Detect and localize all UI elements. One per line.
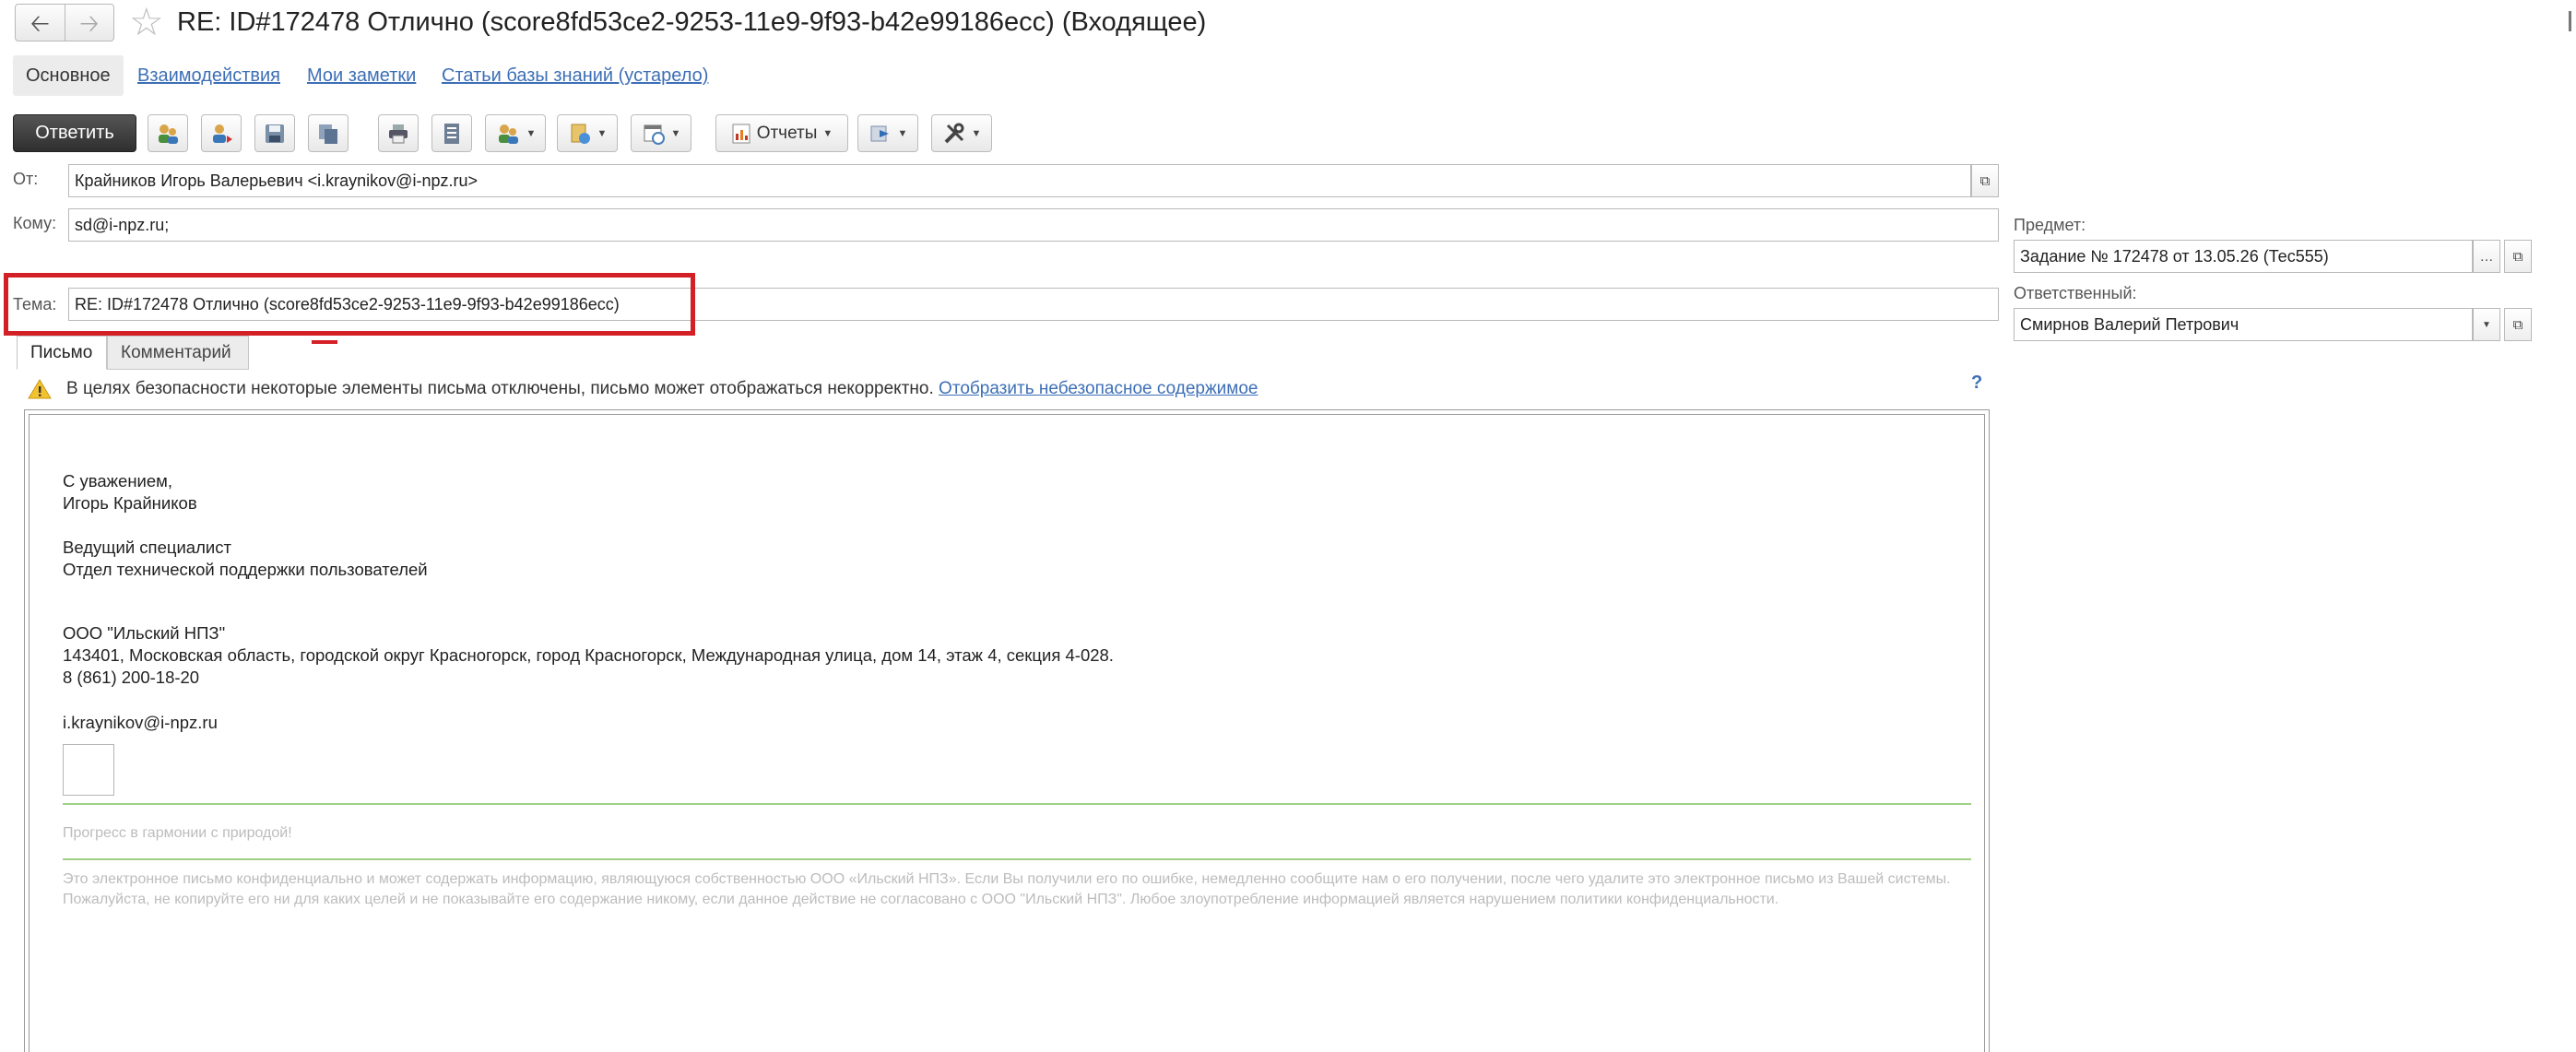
save-disk-icon [266,124,284,143]
topic-select-button[interactable]: … [2473,240,2500,273]
letter-email: i.kraynikov@i-npz.ru [63,713,218,732]
send-arrow-icon [870,125,889,141]
open-topic-button[interactable]: ⧉ [2504,240,2532,273]
window-edge [2569,11,2571,31]
tab-main[interactable]: Основное [13,55,124,96]
user-assign-icon [213,124,232,143]
navigation-buttons: 🡠 🡢 [15,4,114,41]
save-button[interactable] [254,114,295,152]
to-label: Кому: [13,214,57,232]
letter-company: ООО "Ильский НПЗ" [63,623,226,643]
signature-separator-top [63,803,1971,805]
tab-comment[interactable]: Комментарий [107,336,249,370]
forward-users-button[interactable] [148,114,188,152]
chevron-down-icon: ▼ [2482,319,2491,330]
participants-menu-button[interactable]: ▼ [485,114,546,152]
responsible-label: Ответственный: [2014,284,2137,302]
copy-button[interactable] [308,114,349,152]
reports-menu-button[interactable]: Отчеты ▼ [715,114,848,152]
letter-body-frame [24,409,1990,1052]
create-based-on-button[interactable]: ▼ [557,114,618,152]
chevron-down-icon: ▼ [822,127,833,139]
document-list-button[interactable] [431,114,472,152]
from-label: От: [13,170,39,188]
chevron-down-icon: ▼ [670,127,681,139]
document-list-icon [444,123,459,144]
assign-user-button[interactable] [201,114,242,152]
help-question-icon[interactable]: ? [1971,372,1982,394]
signature-separator-bottom [63,858,1971,860]
users-forward-icon [159,124,178,144]
letter-address: 143401, Московская область, городской ок… [63,645,1114,665]
show-unsafe-content-link[interactable]: Отобразить небезопасное содержимое [939,379,1258,398]
letter-phone: 8 (861) 200-18-20 [63,668,200,687]
letter-regards: С уважением, [63,471,173,491]
responsible-field[interactable]: Смирнов Валерий Петрович [2014,308,2473,341]
letter-signature-name: Игорь Крайников [63,493,197,513]
to-field[interactable]: sd@i-npz.ru; [68,208,1999,242]
send-menu-button[interactable]: ▼ [857,114,918,152]
letter-body-inner [29,414,1985,1052]
chevron-down-icon: ▼ [526,127,537,139]
forward-arrow-icon[interactable]: 🡢 [64,5,114,41]
tab-my-notes[interactable]: Мои заметки [307,55,416,96]
tab-letter[interactable]: Письмо [17,336,107,370]
highlight-underline-mark [312,340,337,344]
reply-button[interactable]: Ответить [13,114,136,152]
security-warning: В целях безопасности некоторые элементы … [66,374,1258,404]
responsible-dropdown-button[interactable]: ▼ [2473,308,2500,341]
calendar-clock-icon [644,124,665,145]
security-warning-text: В целях безопасности некоторые элементы … [66,379,934,398]
open-responsible-button[interactable]: ⧉ [2504,308,2532,341]
signature-image-placeholder [63,744,114,796]
printer-icon [389,124,408,143]
letter-position: Ведущий специалист [63,538,231,557]
favorite-star-icon[interactable]: ☆ [129,2,164,42]
tools-menu-button[interactable]: ▼ [931,114,992,152]
topic-field[interactable]: Задание № 172478 от 13.05.26 (Тес555) [2014,240,2473,273]
from-field[interactable]: Крайников Игорь Валерьевич <i.kraynikov@… [68,164,1971,197]
create-document-icon [571,124,590,144]
reports-label: Отчеты [756,123,818,143]
ellipsis-icon: … [2479,248,2494,265]
print-button[interactable] [378,114,419,152]
subject-highlight-box [4,273,695,336]
open-window-icon: ⧉ [1979,172,1991,189]
letter-disclaimer: Это электронное письмо конфиденциально и… [63,871,1951,907]
chevron-down-icon: ▼ [897,127,908,139]
reminder-button[interactable]: ▼ [631,114,691,152]
back-arrow-icon[interactable]: 🡠 [16,5,65,41]
open-window-icon: ⧉ [2512,248,2523,265]
tab-kb-articles[interactable]: Статьи базы знаний (устарело) [442,55,708,96]
chevron-down-icon: ▼ [971,127,982,139]
tools-icon [944,123,964,143]
participants-icon [498,124,518,144]
chevron-down-icon: ▼ [597,127,608,139]
open-sender-button[interactable]: ⧉ [1971,164,1999,197]
warning-icon [28,379,52,399]
copy-documents-icon [319,124,337,144]
tab-interactions[interactable]: Взаимодействия [137,55,280,96]
open-window-icon: ⧉ [2512,316,2523,333]
letter-slogan: Прогресс в гармонии с природой! [63,825,292,841]
report-icon [732,124,750,143]
topic-label: Предмет: [2014,216,2086,234]
window-title: RE: ID#172478 Отлично (score8fd53ce2-925… [177,7,1207,37]
letter-department: Отдел технической поддержки пользователе… [63,560,428,579]
